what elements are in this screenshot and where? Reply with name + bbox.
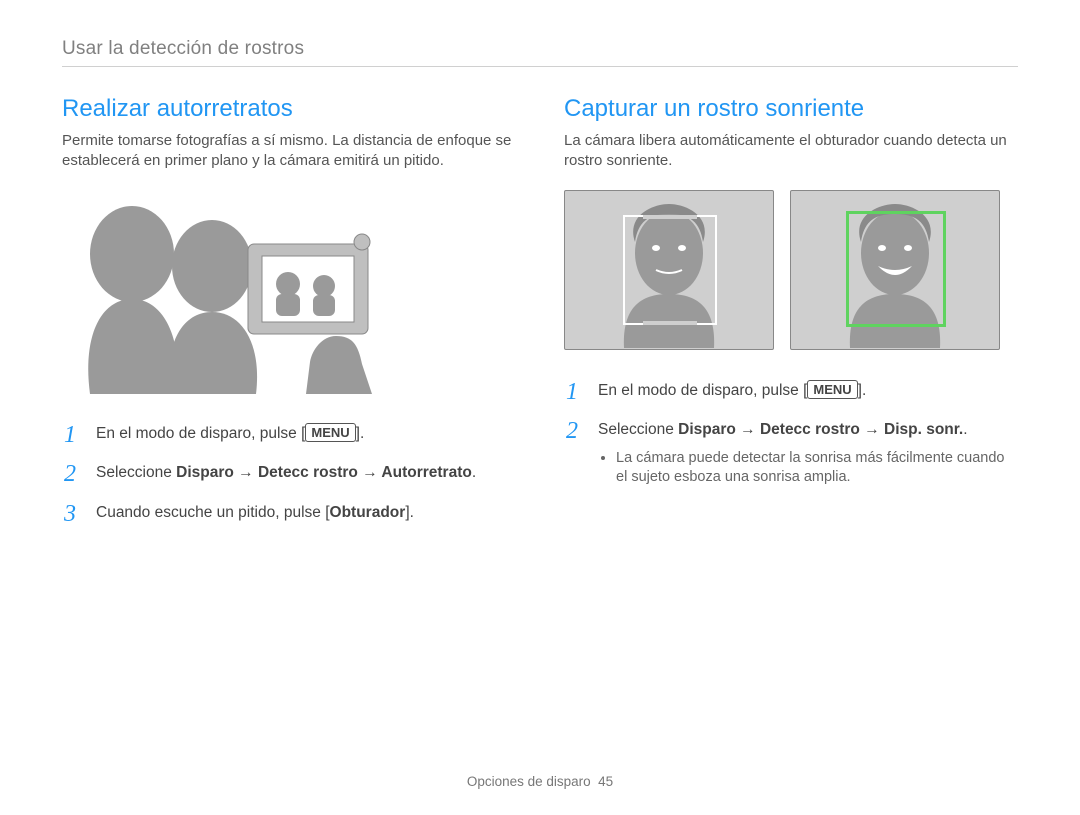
breadcrumb: Usar la detección de rostros <box>62 38 1018 67</box>
focus-frame-green <box>846 211 946 327</box>
heading-left: Realizar autorretratos <box>62 95 516 123</box>
step-text: ]. <box>405 504 414 521</box>
focus-frame-white <box>623 215 717 325</box>
step-1: En el modo de disparo, pulse [MENU]. <box>62 423 516 445</box>
column-right: Capturar un rostro sonriente La cámara l… <box>564 95 1018 542</box>
steps-right: En el modo de disparo, pulse [MENU]. Sel… <box>564 380 1018 489</box>
manual-page: Usar la detección de rostros Realizar au… <box>0 0 1080 542</box>
step-text: . <box>472 464 476 481</box>
heading-right: Capturar un rostro sonriente <box>564 95 1018 123</box>
step-text: Cuando escuche un pitido, pulse [ <box>96 504 330 521</box>
step-bold: Disparo → Detecc rostro → Autorretrato <box>176 464 472 481</box>
face-neutral <box>564 190 774 350</box>
intro-left: Permite tomarse fotografías a sí mismo. … <box>62 131 516 172</box>
face-smiling <box>790 190 1000 350</box>
step-bold: Obturador <box>330 504 406 521</box>
menu-icon: MENU <box>807 380 857 399</box>
step-2: Seleccione Disparo → Detecc rostro → Aut… <box>62 462 516 484</box>
step-bold: Disparo → Detecc rostro → Disp. sonr. <box>678 421 963 438</box>
step-text: ]. <box>356 425 365 442</box>
step-1: En el modo de disparo, pulse [MENU]. <box>564 380 1018 402</box>
step-text: ]. <box>858 382 867 399</box>
content-columns: Realizar autorretratos Permite tomarse f… <box>62 95 1018 542</box>
step-text: Seleccione <box>96 464 176 481</box>
step-3: Cuando escuche un pitido, pulse [Obturad… <box>62 502 516 524</box>
step-text: En el modo de disparo, pulse [ <box>96 425 305 442</box>
step-note: La cámara puede detectar la sonrisa más … <box>616 449 1018 488</box>
step-text: Seleccione <box>598 421 678 438</box>
step-text: . <box>963 421 967 438</box>
column-left: Realizar autorretratos Permite tomarse f… <box>62 95 516 542</box>
footer-page: 45 <box>598 774 613 789</box>
selfie-illustration <box>62 194 382 394</box>
steps-left: En el modo de disparo, pulse [MENU]. Sel… <box>62 423 516 524</box>
smile-illustrations <box>564 190 1018 350</box>
step-text: En el modo de disparo, pulse [ <box>598 382 807 399</box>
page-footer: Opciones de disparo 45 <box>0 774 1080 789</box>
intro-right: La cámara libera automáticamente el obtu… <box>564 131 1018 172</box>
note-bullet: La cámara puede detectar la sonrisa más … <box>616 449 1018 488</box>
step-2: Seleccione Disparo → Detecc rostro → Dis… <box>564 419 1018 488</box>
footer-section: Opciones de disparo <box>467 774 591 789</box>
menu-icon: MENU <box>305 423 355 442</box>
